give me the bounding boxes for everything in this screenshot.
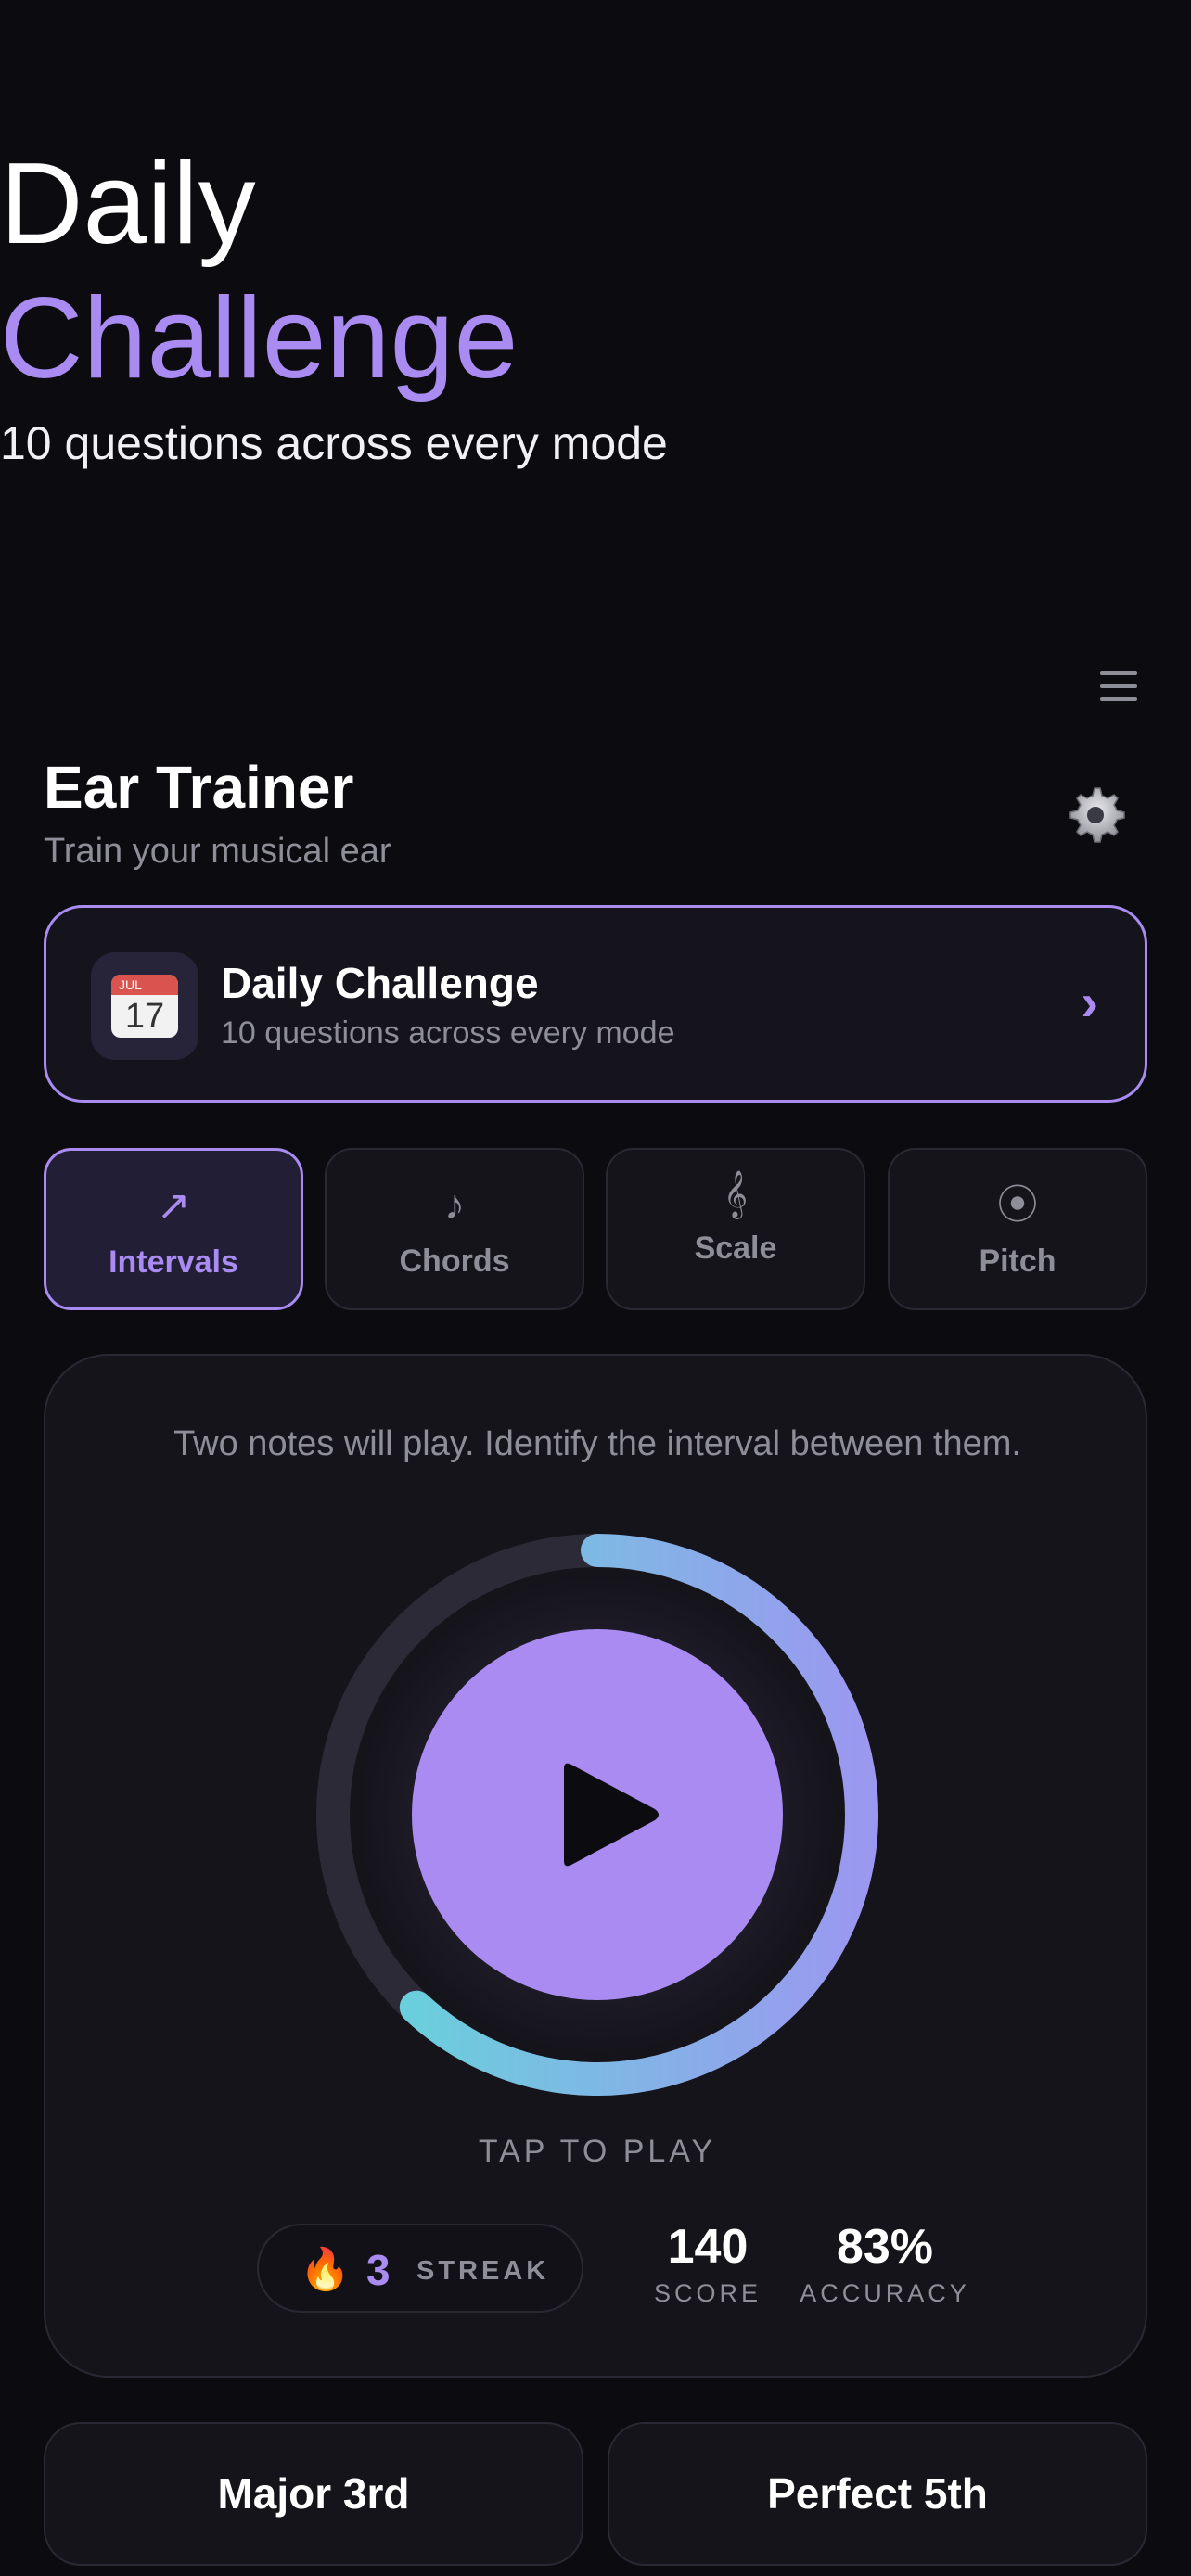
- score-value: 140: [667, 2220, 749, 2274]
- calendar-day: 17: [124, 997, 165, 1036]
- calendar-icon-tile: JUL 17: [91, 952, 198, 1060]
- progress-ring: [305, 1523, 890, 2107]
- hero-title-line2: Challenge: [0, 274, 519, 402]
- tab-label: Intervals: [109, 1244, 238, 1280]
- accuracy-value: 83%: [836, 2220, 934, 2274]
- music-note-icon: ♪: [444, 1182, 465, 1228]
- play-button[interactable]: [412, 1629, 783, 2000]
- daily-challenge-subtitle: 10 questions across every mode: [221, 1015, 675, 1051]
- tab-pitch[interactable]: ⦿ Pitch: [888, 1148, 1147, 1310]
- streak-value: 3: [366, 2246, 391, 2294]
- tab-intervals[interactable]: ↗ Intervals: [44, 1148, 303, 1310]
- tap-to-play-label: TAP TO PLAY: [478, 2134, 717, 2169]
- tab-chords[interactable]: ♪ Chords: [325, 1148, 584, 1310]
- streak-badge: 🔥 3 STREAK: [257, 2224, 583, 2313]
- tab-scale[interactable]: 𝄞 Scale: [606, 1148, 865, 1310]
- streak-label: STREAK: [416, 2256, 550, 2286]
- fire-icon: 🔥: [300, 2247, 351, 2292]
- accuracy-stat: 83% ACCURACY: [769, 2220, 1001, 2309]
- answer-button[interactable]: Major 3rd: [44, 2422, 583, 2566]
- calendar-month: JUL: [111, 975, 178, 995]
- daily-challenge-title: Daily Challenge: [221, 959, 539, 1007]
- instruction-text: Two notes will play. Identify the interv…: [173, 1424, 1021, 1463]
- menu-icon[interactable]: [1100, 671, 1137, 701]
- tab-label: Pitch: [979, 1243, 1057, 1279]
- calendar-icon: JUL 17: [111, 975, 178, 1038]
- chevron-right-icon: ›: [1081, 973, 1098, 1031]
- score-stat: 140 SCORE: [624, 2220, 791, 2309]
- target-icon: ⦿: [997, 1182, 1038, 1228]
- daily-challenge-card[interactable]: JUL 17 Daily Challenge 10 questions acro…: [44, 905, 1147, 1103]
- page-title: Ear Trainer: [44, 754, 354, 821]
- hero-title-line1: Daily: [0, 140, 256, 268]
- arrow-up-right-icon: ↗: [156, 1183, 191, 1229]
- play-icon: [564, 1763, 659, 1867]
- page-subtitle: Train your musical ear: [44, 832, 391, 871]
- accuracy-label: ACCURACY: [800, 2279, 970, 2307]
- play-card: Two notes will play. Identify the interv…: [44, 1354, 1147, 2378]
- tab-label: Scale: [694, 1231, 777, 1266]
- hero-subtitle: 10 questions across every mode: [0, 417, 668, 469]
- score-label: SCORE: [653, 2279, 762, 2307]
- gear-icon[interactable]: [1063, 783, 1128, 848]
- answer-button[interactable]: Perfect 5th: [608, 2422, 1147, 2566]
- treble-clef-icon: 𝄞: [723, 1171, 748, 1217]
- tab-label: Chords: [399, 1243, 510, 1279]
